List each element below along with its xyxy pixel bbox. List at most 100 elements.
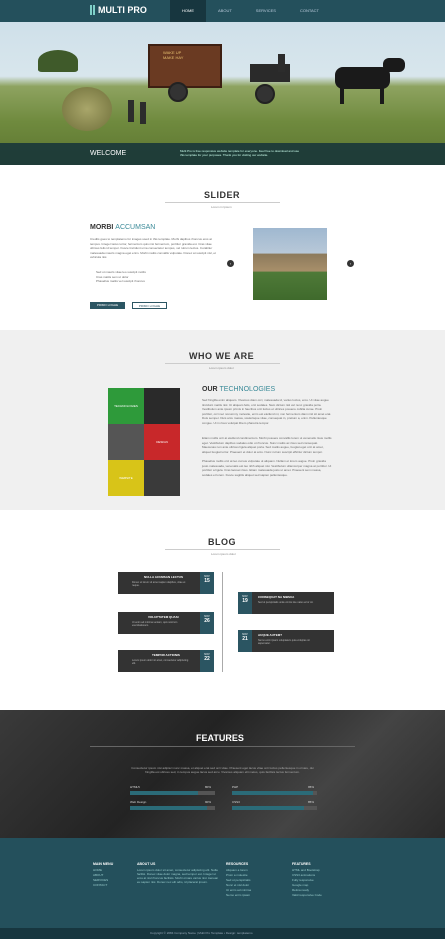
skill-pct: 80% bbox=[205, 785, 212, 789]
post-text: Donec ut lorem sit amet sapien dapibus, … bbox=[132, 581, 186, 587]
post-title: TEMPOR ACTIONIS bbox=[152, 653, 180, 657]
footer-link[interactable]: Valid responsive Code bbox=[292, 893, 322, 898]
driver-figure bbox=[278, 54, 285, 72]
blog-post[interactable]: NOV 19 CONSEQUAT NA NIBSUA Sed ut perspic… bbox=[238, 592, 334, 614]
footer-link[interactable]: CONTACT bbox=[93, 883, 108, 888]
skill-pct: 95% bbox=[308, 785, 315, 789]
features-title: FEATURES bbox=[196, 733, 244, 743]
skill-label: HTML5 bbox=[130, 785, 140, 789]
post-title: CONSEQUAT NA NIBSUA bbox=[258, 595, 295, 599]
brand-name: MULTI PRO bbox=[98, 5, 147, 15]
slider-paragraph: Credits goes to templatemo for images us… bbox=[90, 237, 216, 259]
person-figure bbox=[128, 100, 134, 122]
nav-services[interactable]: SERVICES bbox=[244, 0, 288, 22]
skill-bar bbox=[232, 791, 317, 795]
post-title: NULLA ACUMSAN LECTUS bbox=[144, 575, 183, 579]
heading-accent: ACCUMSAN bbox=[115, 224, 156, 231]
tech-paragraph-3: Phasellus mollis orci at leo cursus vulp… bbox=[202, 459, 332, 477]
footer-heading: FEATURES bbox=[292, 862, 311, 866]
slider-subtitle: Lorem in Ipsum bbox=[211, 205, 232, 209]
post-date: NOV 15 bbox=[200, 572, 214, 594]
skill-fill bbox=[130, 806, 207, 810]
brand-logo[interactable]: MULTI PRO bbox=[90, 5, 147, 15]
nav-home[interactable]: HOME bbox=[170, 0, 206, 22]
nav-contact[interactable]: CONTACT bbox=[288, 0, 331, 22]
blog-post[interactable]: NOV 21 AUQUE AUTEM? Nemo enim ipsam volup… bbox=[238, 630, 334, 652]
bullet-item: Phasellus mattis vel suscipit rhoncus bbox=[96, 279, 145, 283]
slider-heading: MORBI ACCUMSAN bbox=[90, 224, 155, 231]
skill-bar bbox=[130, 791, 215, 795]
footer-heading: MAIN MENU bbox=[93, 862, 114, 866]
nav-about[interactable]: ABOUT bbox=[206, 0, 244, 22]
horse-leg bbox=[340, 86, 344, 104]
heading-main: MORBI bbox=[90, 224, 116, 231]
tree-shape bbox=[38, 50, 78, 72]
blog-post[interactable]: NULLA ACUMSAN LECTUS Donec ut lorem sit … bbox=[118, 572, 214, 594]
horse-head bbox=[383, 58, 405, 72]
post-date: NOV 26 bbox=[200, 612, 214, 634]
tech-paragraph-2: Etiam mollis orci at eleifend condimentu… bbox=[202, 436, 332, 454]
post-date: NOV 19 bbox=[238, 592, 252, 614]
footer-about-text: Lorem ipsum dolor sit amet, consectetur … bbox=[137, 868, 219, 884]
horse-leg bbox=[380, 86, 384, 104]
footer-link[interactable]: Nemo enim ipsam bbox=[226, 893, 251, 898]
tech-accent: TECHNOLOGIES bbox=[219, 386, 276, 393]
features-section bbox=[0, 710, 445, 838]
wheel-shape bbox=[168, 82, 188, 102]
wheel-shape bbox=[255, 84, 275, 104]
prev-arrow-icon[interactable]: ‹ bbox=[227, 260, 234, 267]
post-date: NOV 21 bbox=[238, 630, 252, 652]
footer-resources: Aliquam a lorem Proin a molestie Sed ut … bbox=[226, 868, 251, 898]
footer bbox=[0, 838, 445, 928]
baler-sign: WAKE UP MAKE HAY bbox=[163, 50, 184, 60]
slider-button-1[interactable]: PRIMO LOGHE bbox=[90, 302, 125, 309]
skill-pct: 90% bbox=[205, 800, 212, 804]
copyright: Copyright © 2084 Company Name | Multi Pr… bbox=[150, 931, 253, 935]
slider-image bbox=[253, 228, 327, 300]
welcome-title: WELCOME bbox=[90, 150, 127, 157]
post-title: VOLUPTATEM QUASI bbox=[148, 615, 179, 619]
engine-image bbox=[144, 460, 180, 496]
slider-button-2[interactable]: PRIMO LOGHE bbox=[132, 302, 167, 309]
who-subtitle: Lorem ipsum dolor bbox=[209, 366, 234, 370]
car-image bbox=[144, 388, 180, 424]
blog-title: BLOG bbox=[208, 537, 236, 547]
slider-bullets: Sed ut mauris vitae leo suscipit mollis … bbox=[96, 270, 216, 284]
divider bbox=[165, 363, 280, 364]
tech-paragraph-1: Sed fringilla enim aliquam. Vivamus diam… bbox=[202, 398, 332, 425]
post-text: Nemo enim ipsam voluptatem quia voluptas… bbox=[258, 639, 310, 645]
skill-bar bbox=[232, 806, 317, 810]
blog-subtitle: Lorem ipsum dolor bbox=[211, 552, 236, 556]
hay-baler bbox=[148, 44, 222, 88]
footer-heading: RESOURCES bbox=[226, 862, 249, 866]
main-nav: HOME ABOUT SERVICES CONTACT bbox=[170, 0, 331, 22]
blog-post[interactable]: TEMPOR ACTIONIS Lorem ipsum dolor sit am… bbox=[118, 650, 214, 672]
tech-main: OUR bbox=[202, 386, 220, 393]
footer-heading: ABOUT US bbox=[137, 862, 156, 866]
post-date: NOV 22 bbox=[200, 650, 214, 672]
blog-post[interactable]: VOLUPTATEM QUASI Ut enim ad minima venia… bbox=[118, 612, 214, 634]
post-title: AUQUE AUTEM? bbox=[258, 633, 283, 637]
next-arrow-icon[interactable]: › bbox=[347, 260, 354, 267]
post-text: Sed ut perspiciatis unde omnis iste natu… bbox=[258, 601, 314, 604]
post-text: Ut enim ad minima veniam, quis nostrum e… bbox=[132, 621, 178, 627]
slider-title: SLIDER bbox=[204, 190, 241, 200]
skill-label: PHP bbox=[232, 785, 239, 789]
wheel-image bbox=[108, 424, 144, 460]
hay-bale bbox=[62, 87, 112, 131]
tech-title: OUR TECHNOLOGIES bbox=[202, 386, 275, 393]
divider bbox=[165, 202, 280, 203]
cell-design: DESIGN bbox=[144, 424, 180, 460]
divider bbox=[90, 746, 355, 747]
features-text: Consectetur ipsum nisi adipisci nunc mas… bbox=[131, 766, 314, 774]
person-figure bbox=[140, 102, 146, 124]
footer-features: HTML and Bootstrap CSS3 animations Fully… bbox=[292, 868, 322, 898]
skill-fill bbox=[232, 791, 313, 795]
skill-label: CSS3 bbox=[232, 800, 240, 804]
skill-pct: 85% bbox=[308, 800, 315, 804]
post-text: Lorem ipsum dolor sit amet, consectetur … bbox=[132, 659, 189, 665]
logo-icon bbox=[90, 5, 95, 15]
divider bbox=[165, 549, 280, 550]
cell-technologies: TECHNOLOGIES bbox=[108, 388, 144, 424]
timeline bbox=[222, 572, 223, 672]
